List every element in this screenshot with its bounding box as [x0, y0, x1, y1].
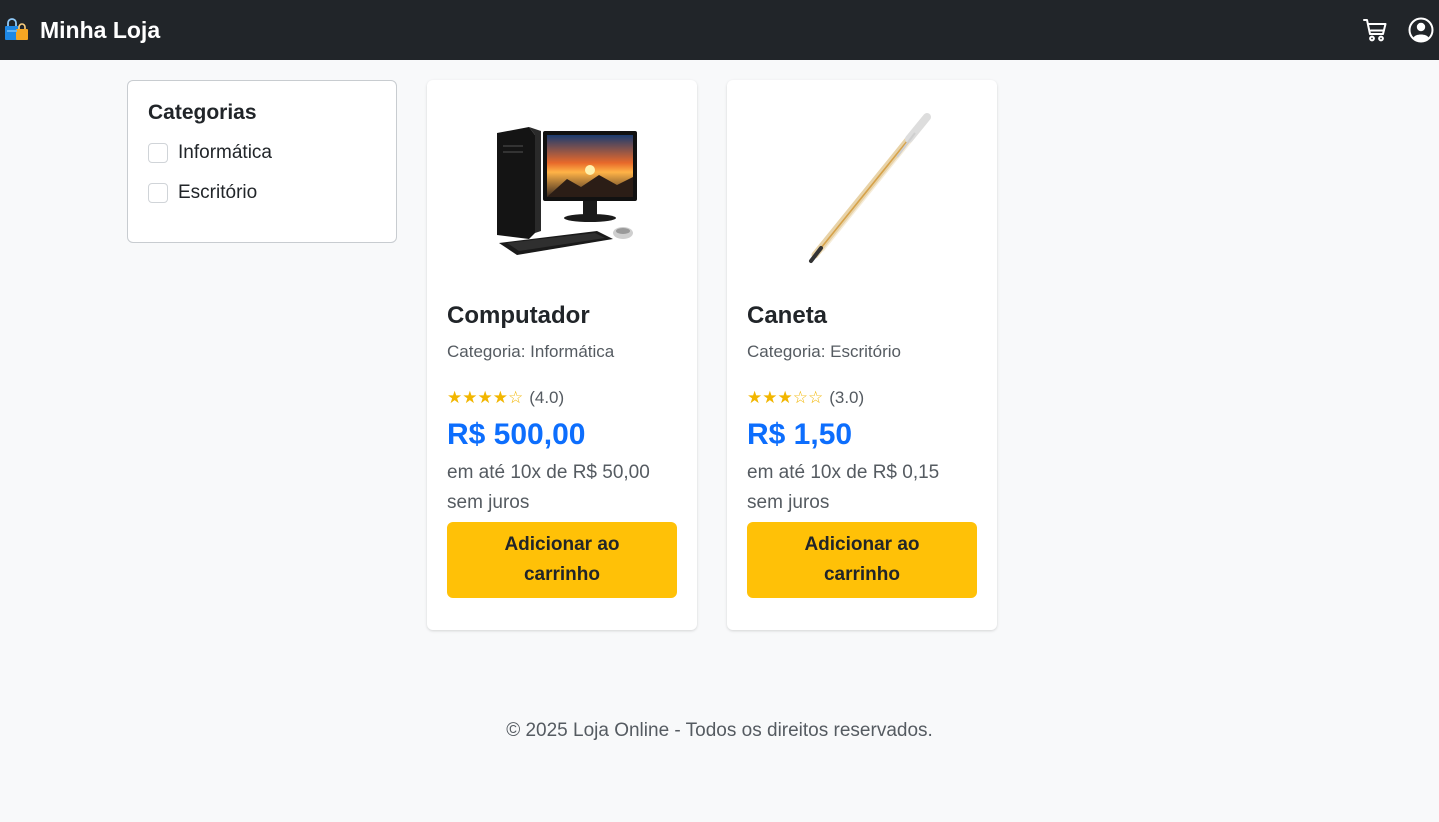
installment-line: sem juros — [447, 492, 530, 513]
installment-info: em até 10x de R$ 0,15 sem juros — [747, 458, 977, 518]
product-price: R$ 1,50 — [747, 418, 853, 451]
cart-icon[interactable] — [1362, 17, 1388, 43]
product-rating: ★★★☆☆ (3.0) — [747, 388, 977, 408]
category-filter-title: Categorias — [148, 101, 257, 124]
shopping-bags-icon — [4, 18, 30, 42]
add-to-cart-label: carrinho — [523, 564, 601, 585]
category-option-informatica[interactable]: Informática — [148, 141, 376, 165]
rating-value: (3.0) — [829, 388, 865, 407]
brand-name: Minha Loja — [40, 16, 161, 43]
installment-line: em até 10x de R$ 0,15 — [747, 462, 940, 483]
product-card: Caneta Categoria: Escritório ★★★☆☆ (3.0)… — [727, 80, 997, 630]
category-label: Escritório — [178, 182, 258, 203]
star-rating-icon: ★★★★☆ — [447, 388, 524, 407]
add-to-cart-button[interactable]: Adicionar ao carrinho — [447, 522, 677, 598]
star-rating-icon: ★★★☆☆ — [747, 388, 824, 407]
product-category: Categoria: Informática — [447, 342, 615, 361]
add-to-cart-label: Adicionar ao — [504, 534, 620, 555]
product-name[interactable]: Caneta — [747, 300, 977, 332]
desktop-computer-image[interactable] — [447, 100, 677, 280]
brand[interactable]: Minha Loja — [4, 17, 160, 44]
footer-copyright: © 2025 Loja Online - Todos os direitos r… — [506, 720, 933, 741]
add-to-cart-button[interactable]: Adicionar ao carrinho — [747, 522, 977, 598]
product-rating: ★★★★☆ (4.0) — [447, 388, 677, 408]
category-option-escritorio[interactable]: Escritório — [148, 181, 376, 205]
category-checkbox[interactable] — [148, 143, 168, 163]
user-circle-icon[interactable] — [1408, 17, 1434, 43]
product-price: R$ 500,00 — [447, 418, 586, 451]
category-label: Informática — [178, 142, 272, 163]
rating-value: (4.0) — [529, 388, 565, 407]
navbar: Minha Loja — [0, 0, 1439, 60]
category-checkbox[interactable] — [148, 183, 168, 203]
product-card: Computador Categoria: Informática ★★★★☆ … — [427, 80, 697, 630]
installment-info: em até 10x de R$ 50,00 sem juros — [447, 458, 677, 518]
category-filter-panel: Categorias Informática Escritório — [127, 80, 397, 243]
nav-icons — [1362, 17, 1435, 43]
product-name[interactable]: Computador — [447, 300, 677, 332]
add-to-cart-label: carrinho — [823, 564, 901, 585]
add-to-cart-label: Adicionar ao — [804, 534, 920, 555]
product-category: Categoria: Escritório — [747, 342, 902, 361]
installment-line: em até 10x de R$ 50,00 — [447, 462, 650, 483]
pen-image[interactable] — [747, 100, 977, 280]
installment-line: sem juros — [747, 492, 830, 513]
